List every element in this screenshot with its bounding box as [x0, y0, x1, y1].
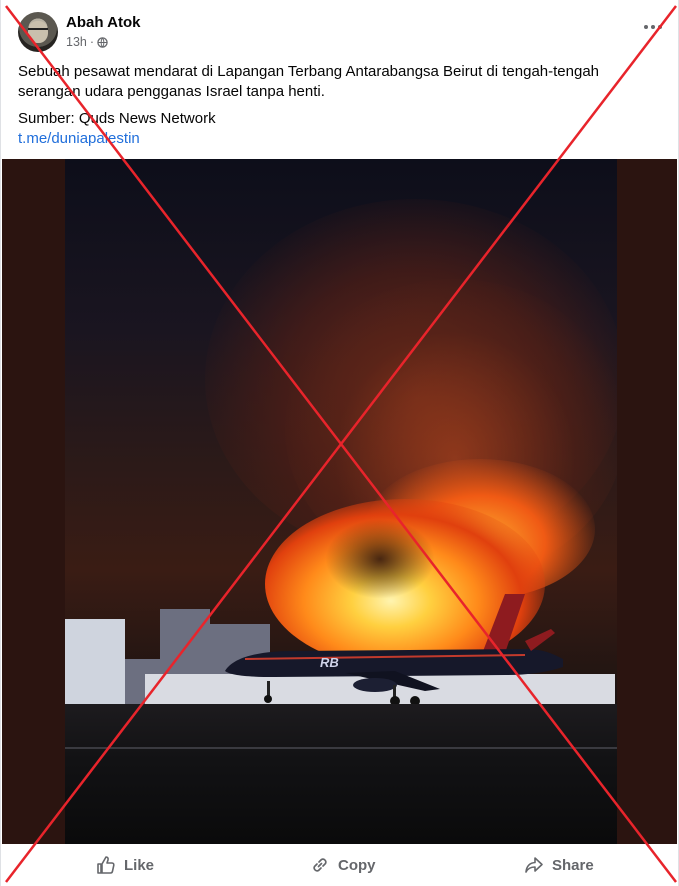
globe-icon: [97, 36, 108, 48]
dark-smoke: [325, 519, 435, 599]
copy-label: Copy: [338, 856, 376, 874]
airport-fire-photo: RB: [65, 159, 617, 844]
like-button[interactable]: Like: [96, 845, 154, 885]
meta-separator: ·: [89, 35, 95, 49]
post-header: Abah Atok 13h ·: [18, 12, 668, 56]
thumbs-up-icon: [97, 856, 115, 874]
like-label: Like: [124, 856, 155, 874]
avatar[interactable]: [18, 12, 58, 52]
post-text: Sebuah pesawat mendarat di Lapangan Terb…: [18, 63, 600, 100]
share-button[interactable]: Share: [524, 845, 594, 885]
share-label: Share: [552, 856, 594, 874]
runway-marking: [65, 747, 617, 749]
avatar-glasses: [28, 28, 48, 35]
building: [160, 609, 210, 679]
post-link[interactable]: t.me/duniapalestin: [18, 129, 140, 149]
airplane: RB: [225, 594, 563, 706]
post-image[interactable]: RB: [2, 159, 677, 844]
plane-livery-text: RB: [320, 655, 339, 670]
post-source: Sumber: Quds News Network: [18, 110, 216, 127]
post-actions-bar: Like Copy Share: [0, 845, 679, 886]
link-icon: [313, 858, 327, 872]
post-time[interactable]: 13h: [66, 35, 87, 49]
terminal-building: [65, 619, 125, 709]
author-name[interactable]: Abah Atok: [66, 14, 140, 31]
share-arrow-icon: [525, 857, 543, 873]
post-meta: 13h ·: [66, 35, 108, 49]
more-options-icon[interactable]: [642, 20, 664, 36]
post-border-left: [0, 0, 1, 886]
facebook-post: Abah Atok 13h · Sebuah pesawat mendarat …: [0, 0, 679, 886]
copy-button[interactable]: Copy: [310, 845, 376, 885]
runway: [65, 704, 617, 844]
